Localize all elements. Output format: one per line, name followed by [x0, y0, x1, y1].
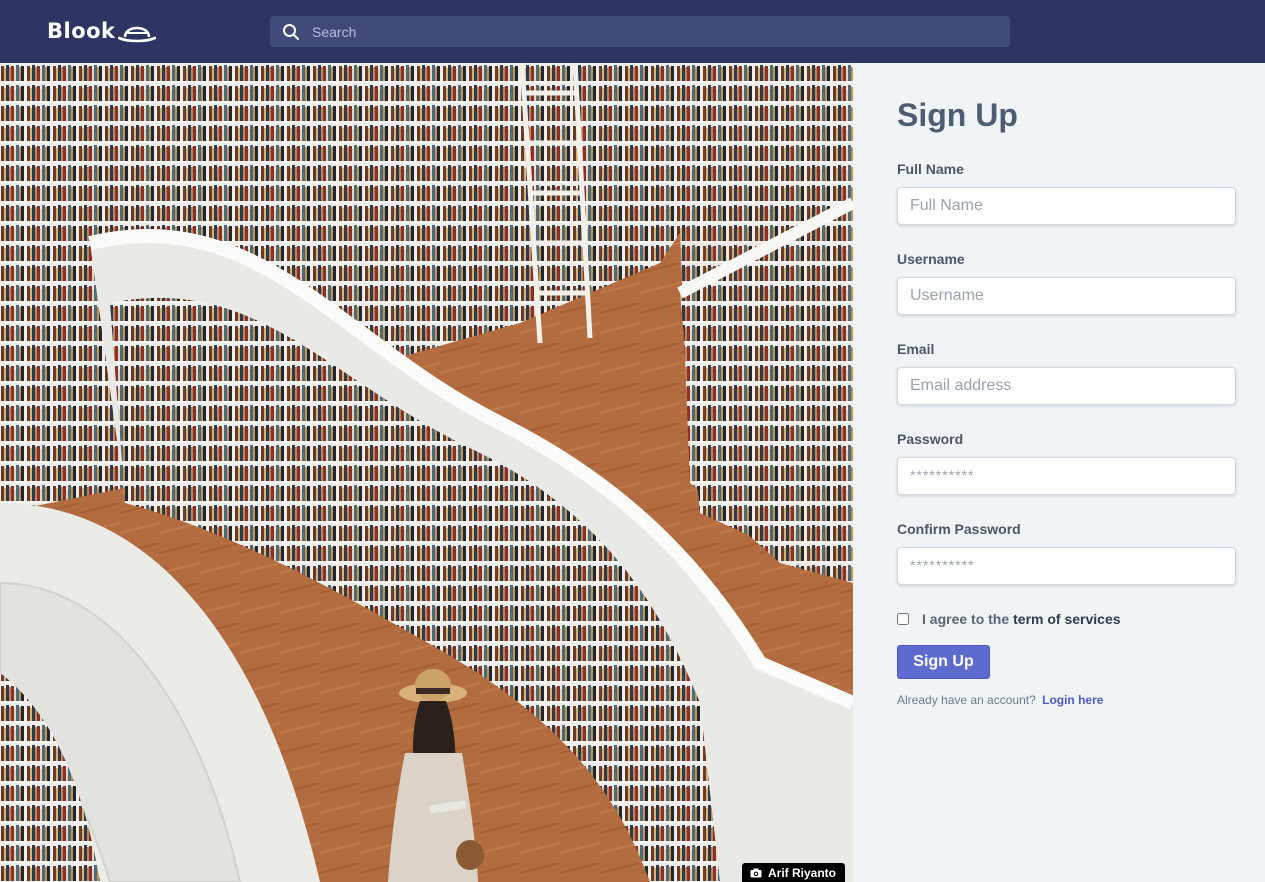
email-field[interactable] — [897, 367, 1236, 405]
confirm-password-label: Confirm Password — [897, 521, 1021, 537]
hat-icon — [117, 26, 156, 43]
terms-prefix: I agree to the — [922, 611, 1010, 627]
login-prompt-text: Already have an account? — [897, 693, 1036, 707]
library-illustration — [0, 63, 853, 882]
password-field[interactable] — [897, 457, 1236, 495]
login-link[interactable]: Login here — [1042, 693, 1103, 707]
camera-icon — [750, 868, 762, 877]
terms-link[interactable]: term of services — [1013, 611, 1120, 627]
photo-credit-name: Arif Riyanto — [767, 865, 836, 880]
photo-credit[interactable]: Arif Riyanto — [741, 863, 845, 882]
username-label: Username — [897, 251, 965, 267]
terms-agreement: I agree to the term of services — [897, 611, 1121, 627]
signup-panel: Sign Up Full Name Username Email Passwor… — [853, 63, 1265, 882]
brand-name: Blook — [47, 19, 116, 43]
search-input[interactable] — [304, 16, 1004, 47]
terms-checkbox[interactable] — [897, 613, 909, 625]
search-bar — [270, 16, 1010, 47]
password-label: Password — [897, 431, 964, 447]
full-name-field[interactable] — [897, 187, 1236, 225]
full-name-label: Full Name — [897, 161, 964, 177]
brand-logo[interactable]: Blook — [47, 17, 156, 45]
login-prompt: Already have an account? Login here — [897, 693, 1103, 707]
username-field[interactable] — [897, 277, 1236, 315]
hero-library-photo: Arif Riyanto — [0, 63, 853, 882]
confirm-password-field[interactable] — [897, 547, 1236, 585]
email-label: Email — [897, 341, 935, 357]
top-navbar: Blook — [0, 0, 1265, 63]
search-icon — [283, 24, 299, 40]
page-title: Sign Up — [897, 97, 1018, 133]
signup-button[interactable]: Sign Up — [897, 645, 990, 679]
